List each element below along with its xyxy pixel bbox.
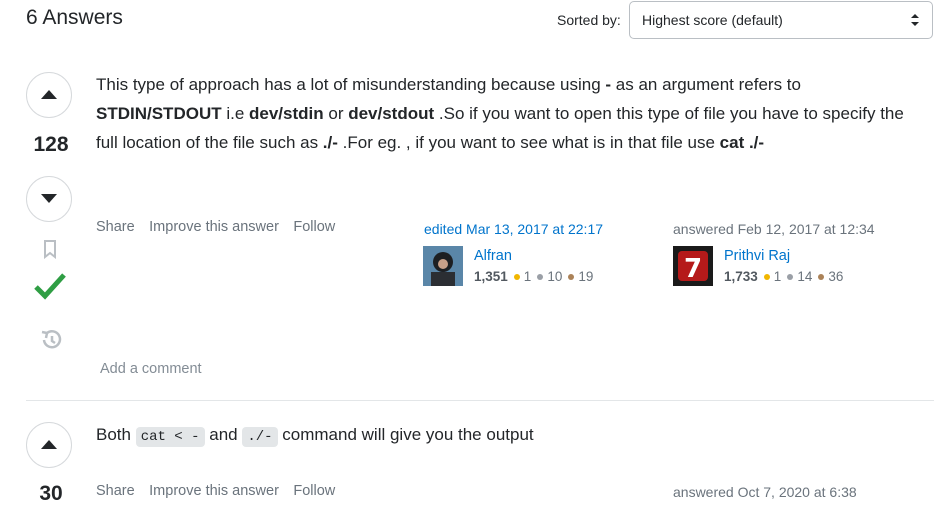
- post-menu: Share Improve this answer Follow: [96, 218, 345, 236]
- user-avatar-alfran[interactable]: [423, 246, 463, 286]
- share-link[interactable]: Share: [96, 219, 135, 235]
- arrow-down-icon: [41, 194, 57, 203]
- improve-answer-link[interactable]: Improve this answer: [149, 219, 279, 235]
- add-comment-link[interactable]: Add a comment: [100, 361, 202, 377]
- sort-value: Highest score (default): [642, 12, 783, 28]
- user-avatar-prithvi-raj[interactable]: 7: [673, 246, 713, 286]
- bookmark-icon[interactable]: [42, 239, 58, 259]
- answers-count-heading: 6 Answers: [26, 6, 123, 29]
- select-caret-icon: [911, 14, 919, 26]
- follow-link[interactable]: Follow: [293, 483, 335, 499]
- improve-answer-link[interactable]: Improve this answer: [149, 483, 279, 499]
- answer-body: Both cat < - and ./- command will give y…: [96, 425, 534, 447]
- inline-code: cat < -: [135, 427, 205, 447]
- user-reputation: 1,733 1 14 36: [724, 269, 844, 284]
- history-icon[interactable]: [38, 328, 64, 352]
- answered-timestamp[interactable]: answered Oct 7, 2020 at 6:38: [673, 484, 857, 500]
- answer-divider: [26, 400, 934, 401]
- upvote-button[interactable]: [26, 72, 72, 118]
- sort-label: Sorted by:: [557, 12, 621, 28]
- arrow-up-icon: [41, 440, 57, 449]
- answer-score: 128: [33, 133, 69, 156]
- user-name[interactable]: Prithvi Raj: [724, 248, 790, 264]
- edited-timestamp[interactable]: edited Mar 13, 2017 at 22:17: [424, 221, 603, 237]
- user-reputation: 1,351 1 10 19: [474, 269, 594, 284]
- answer-body: This type of approach has a lot of misun…: [96, 75, 904, 152]
- share-link[interactable]: Share: [96, 483, 135, 499]
- accepted-checkmark-icon: [34, 273, 66, 300]
- follow-link[interactable]: Follow: [293, 219, 335, 235]
- upvote-button[interactable]: [26, 422, 72, 468]
- sort-select[interactable]: Highest score (default): [629, 1, 933, 39]
- svg-text:7: 7: [684, 254, 702, 284]
- downvote-button[interactable]: [26, 176, 72, 222]
- answered-timestamp[interactable]: answered Feb 12, 2017 at 12:34: [673, 221, 875, 237]
- arrow-up-icon: [41, 90, 57, 99]
- answer-score: 30: [39, 482, 63, 505]
- post-menu: Share Improve this answer Follow: [96, 482, 345, 500]
- inline-code: ./-: [242, 427, 278, 447]
- user-name[interactable]: Alfran: [474, 248, 512, 264]
